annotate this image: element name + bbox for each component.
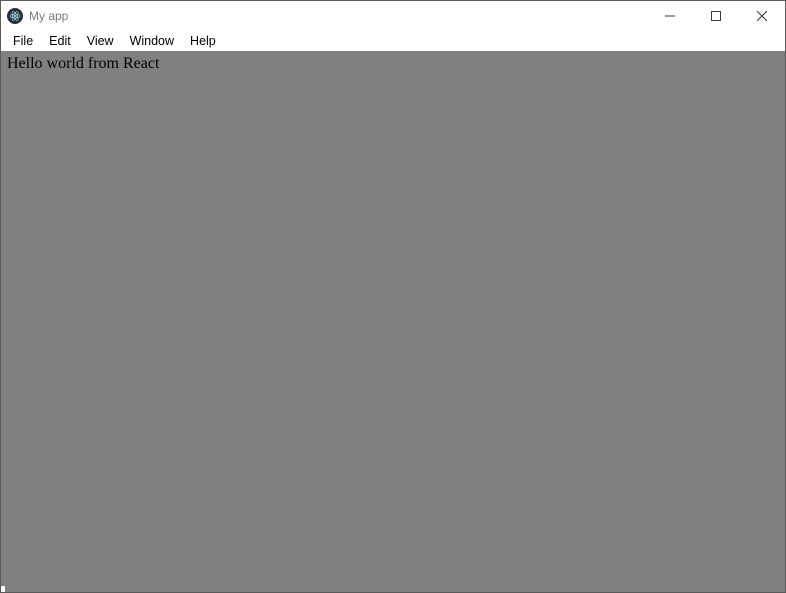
menu-file[interactable]: File [5,33,41,49]
titlebar: My app [1,1,785,31]
minimize-button[interactable] [647,1,693,31]
content-text: Hello world from React [7,54,779,73]
menubar: File Edit View Window Help [1,31,785,51]
app-window: My app File Edit View Window Help Hello … [0,0,786,593]
status-strip [1,586,5,592]
window-controls [647,1,785,31]
app-icon [7,8,23,24]
close-button[interactable] [739,1,785,31]
maximize-button[interactable] [693,1,739,31]
menu-view[interactable]: View [79,33,122,49]
content-area: Hello world from React [1,51,785,592]
menu-edit[interactable]: Edit [41,33,79,49]
menu-help[interactable]: Help [182,33,224,49]
window-title: My app [29,9,68,23]
menu-window[interactable]: Window [122,33,182,49]
